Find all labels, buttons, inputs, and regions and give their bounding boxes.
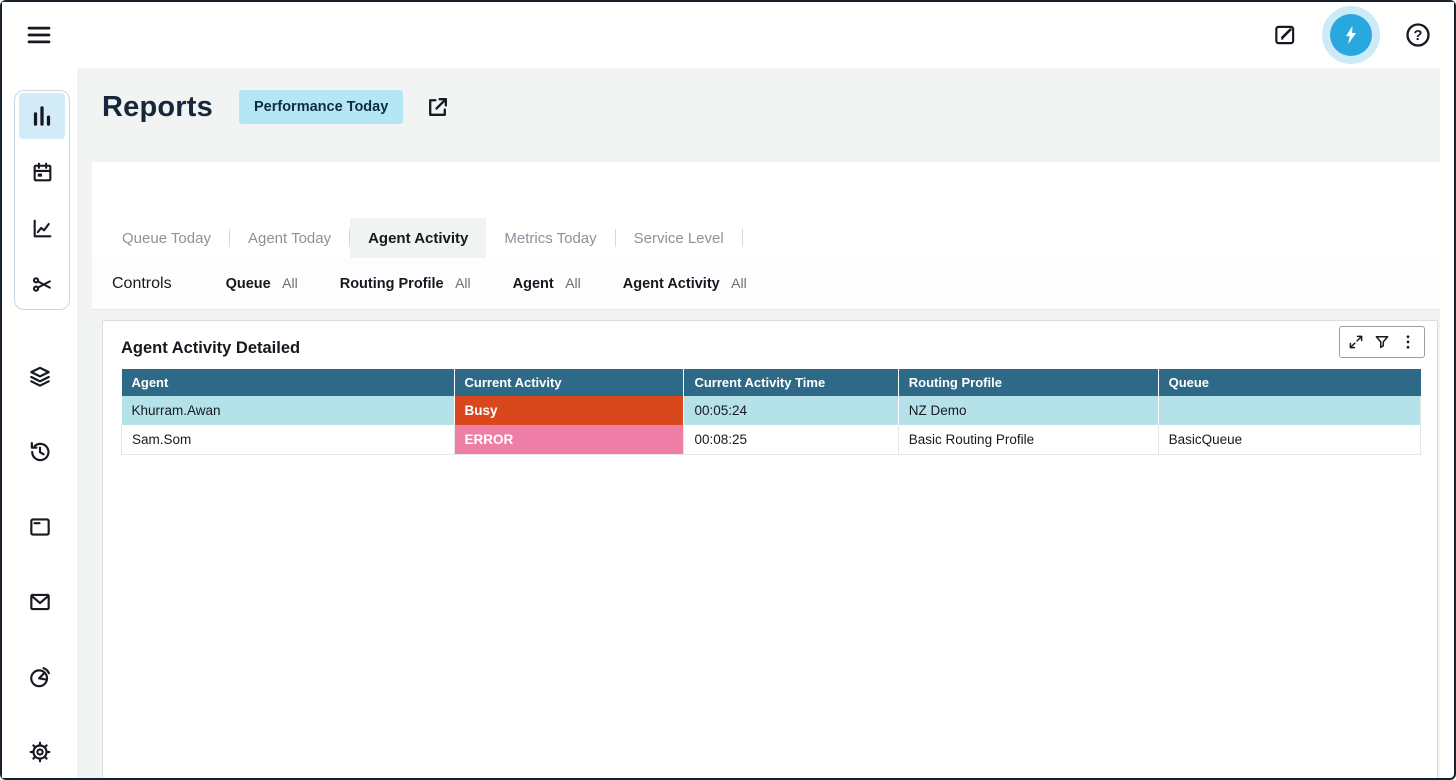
cell-activity-time: 00:05:24 <box>684 396 898 425</box>
filter-agent[interactable]: Agent All <box>513 275 581 293</box>
table-row[interactable]: Sam.Som ERROR 00:08:25 Basic Routing Pro… <box>122 425 1421 455</box>
card-header: Agent Activity Detailed <box>103 321 1437 366</box>
assistant-halo <box>1322 6 1380 64</box>
sidebar-item-layers[interactable] <box>27 364 53 390</box>
notepad-pencil-icon <box>1272 22 1298 48</box>
column-header-agent[interactable]: Agent <box>122 369 455 396</box>
open-external-button[interactable] <box>425 95 450 120</box>
envelope-icon <box>27 589 53 615</box>
tab-service-level[interactable]: Service Level <box>616 218 742 258</box>
column-header-current-activity[interactable]: Current Activity <box>454 369 684 396</box>
tab-queue-today[interactable]: Queue Today <box>104 218 229 258</box>
pie-chart-icon <box>27 664 53 690</box>
filter-button[interactable] <box>1369 329 1395 355</box>
tab-divider <box>742 229 743 247</box>
analytics-nav-group <box>14 90 70 310</box>
hamburger-icon <box>24 20 54 50</box>
layers-icon <box>27 364 53 390</box>
cell-agent: Khurram.Awan <box>122 396 455 425</box>
quick-actions-button[interactable] <box>1330 14 1372 56</box>
lightning-bolt-icon <box>1340 24 1362 46</box>
report-panel: Queue Today Agent Today Agent Activity M… <box>92 162 1440 310</box>
agent-activity-card: Agent Activity Detailed <box>102 320 1438 778</box>
sidebar-item-history[interactable] <box>27 439 53 465</box>
scissors-icon <box>30 272 55 297</box>
sidebar-item-scheduled-reports[interactable] <box>19 149 65 195</box>
tab-metrics-today[interactable]: Metrics Today <box>486 218 614 258</box>
external-link-icon <box>425 95 450 120</box>
agent-activity-table: Agent Current Activity Current Activity … <box>121 369 1421 455</box>
cell-routing-profile: Basic Routing Profile <box>898 425 1158 455</box>
cell-routing-profile: NZ Demo <box>898 396 1158 425</box>
card-title: Agent Activity Detailed <box>121 339 1421 358</box>
window-icon <box>27 514 53 540</box>
filter-routing-profile[interactable]: Routing Profile All <box>340 275 471 293</box>
funnel-icon <box>1373 333 1391 351</box>
top-bar: ? <box>2 2 1454 68</box>
main-content: Reports Performance Today Queue Today Ag… <box>77 68 1440 778</box>
page-title: Reports <box>102 91 213 124</box>
column-header-current-activity-time[interactable]: Current Activity Time <box>684 369 898 396</box>
tab-agent-today[interactable]: Agent Today <box>230 218 349 258</box>
app-window: { "colors": { "accent_blue": "#29a8e0", … <box>0 0 1456 780</box>
sidebar-item-email[interactable] <box>27 589 53 615</box>
cell-agent: Sam.Som <box>122 425 455 455</box>
sidebar-item-window[interactable] <box>27 514 53 540</box>
calendar-icon <box>30 160 55 185</box>
performance-today-badge[interactable]: Performance Today <box>239 90 403 124</box>
topbar-actions: ? <box>1272 6 1432 64</box>
cell-queue: BasicQueue <box>1158 425 1420 455</box>
kebab-menu-icon <box>1399 333 1417 351</box>
expand-icon <box>1347 333 1365 351</box>
controls-bar: Controls Queue All Routing Profile All A… <box>92 258 1440 310</box>
question-mark-icon: ? <box>1404 21 1432 49</box>
bar-chart-icon <box>29 103 55 129</box>
expand-button[interactable] <box>1343 329 1369 355</box>
hamburger-menu-button[interactable] <box>24 20 54 50</box>
sidebar-item-historical-metrics[interactable] <box>19 205 65 251</box>
report-tabs: Queue Today Agent Today Agent Activity M… <box>104 218 743 258</box>
sidebar-item-pie-reports[interactable] <box>27 664 53 690</box>
gear-icon <box>27 739 53 765</box>
line-chart-icon <box>30 216 55 241</box>
sidebar-item-realtime-metrics[interactable] <box>19 93 65 139</box>
sidebar-item-settings[interactable] <box>27 739 53 765</box>
filter-agent-activity[interactable]: Agent Activity All <box>623 275 747 293</box>
left-sidebar <box>2 68 77 778</box>
cell-queue <box>1158 396 1420 425</box>
cell-current-activity: ERROR <box>454 425 684 455</box>
table-header-row: Agent Current Activity Current Activity … <box>122 369 1421 396</box>
column-header-routing-profile[interactable]: Routing Profile <box>898 369 1158 396</box>
tab-agent-activity[interactable]: Agent Activity <box>350 218 486 258</box>
column-header-queue[interactable]: Queue <box>1158 369 1420 396</box>
secondary-nav <box>2 364 77 765</box>
controls-label: Controls <box>112 275 172 293</box>
card-toolbar <box>1339 326 1425 358</box>
help-button[interactable]: ? <box>1404 21 1432 49</box>
cell-current-activity: Busy <box>454 396 684 425</box>
history-clock-icon <box>27 439 53 465</box>
page-header: Reports Performance Today <box>102 90 450 124</box>
svg-text:?: ? <box>1414 28 1423 44</box>
table-row[interactable]: Khurram.Awan Busy 00:05:24 NZ Demo <box>122 396 1421 425</box>
filter-queue[interactable]: Queue All <box>226 275 298 293</box>
sidebar-item-metric-tools[interactable] <box>19 261 65 307</box>
cell-activity-time: 00:08:25 <box>684 425 898 455</box>
more-options-button[interactable] <box>1395 329 1421 355</box>
release-notes-button[interactable] <box>1272 22 1298 48</box>
